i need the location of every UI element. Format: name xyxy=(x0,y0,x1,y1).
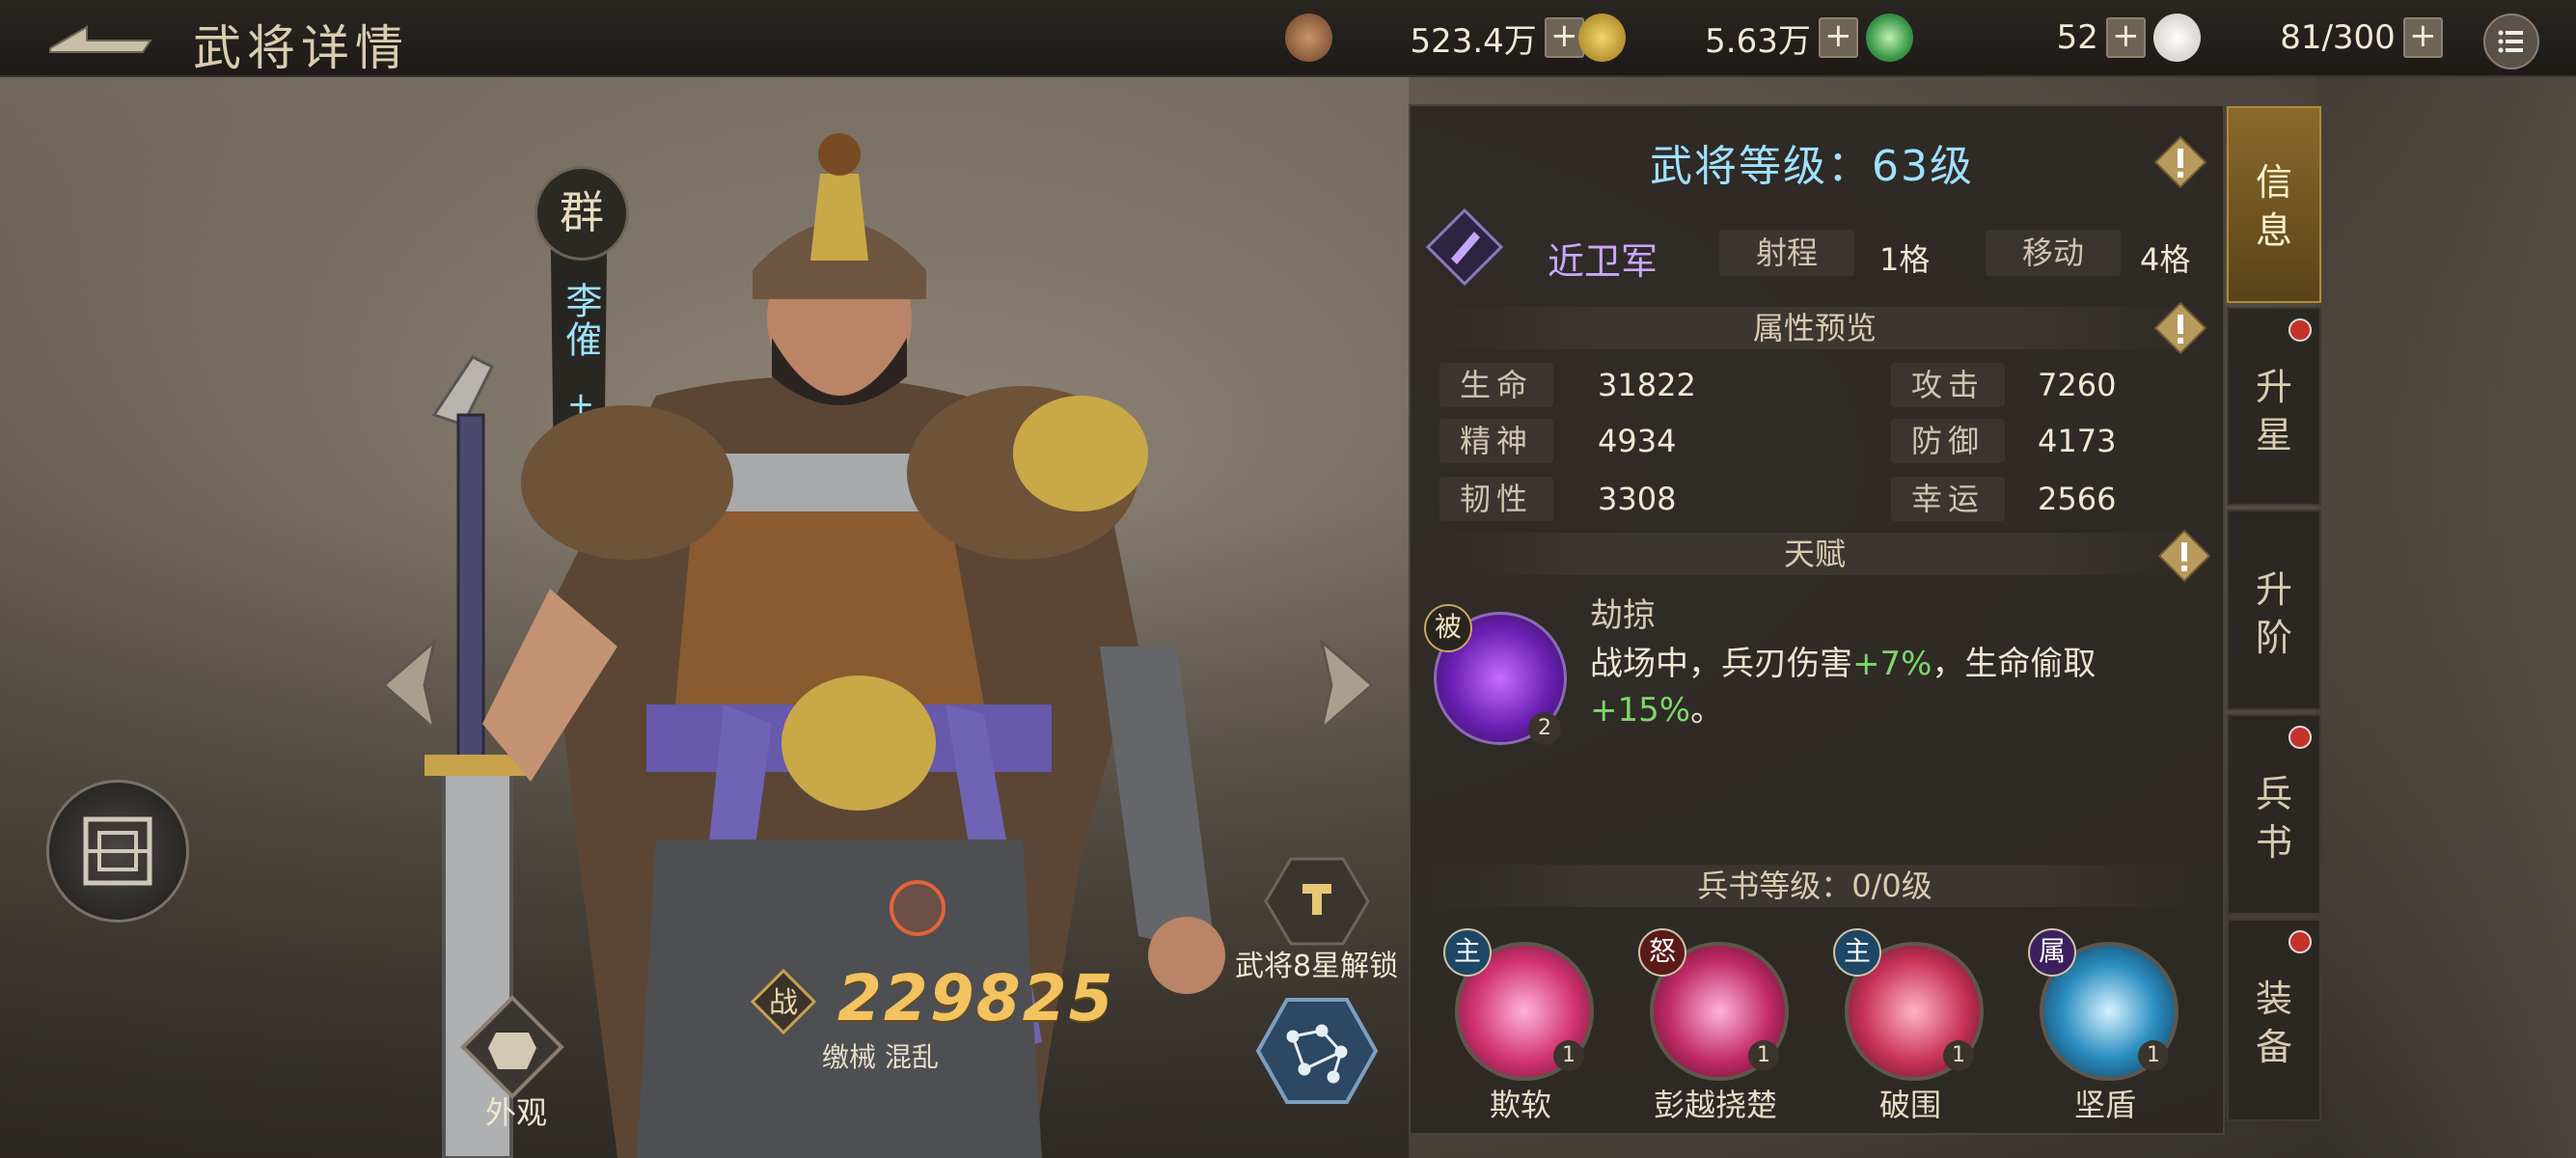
prev-hero-arrow[interactable] xyxy=(376,637,444,733)
skill-name: 欺软 xyxy=(1489,1087,1551,1123)
focus-marker-icon xyxy=(890,880,945,936)
stat-label-toughness: 韧性 xyxy=(1439,477,1553,521)
passive-badge: 被 xyxy=(1424,604,1472,652)
list-menu-icon xyxy=(2498,30,2523,53)
svg-text:战: 战 xyxy=(769,986,798,1020)
attributes-section-header: 属性预览 xyxy=(1424,307,2206,349)
add-stamina-button[interactable]: + xyxy=(2402,17,2444,58)
range-label: 射程 xyxy=(1719,230,1854,276)
talent-section-header: 天赋 xyxy=(1424,533,2206,575)
gold-value: 5.63万 xyxy=(1705,21,1811,61)
range-value: 1格 xyxy=(1879,241,1931,278)
talent-name: 劫掠 xyxy=(1590,596,1656,635)
tab-advance[interactable]: 升阶 xyxy=(2227,510,2321,710)
constellation-button[interactable] xyxy=(1254,996,1380,1106)
star-unlock-label: 武将8星解锁 xyxy=(1235,950,1399,983)
add-jade-button[interactable]: + xyxy=(2105,17,2146,58)
stat-value-luck: 2566 xyxy=(2038,481,2117,517)
tab-info[interactable]: 信息 xyxy=(2227,106,2321,303)
talent-level: 2 xyxy=(1528,712,1561,745)
move-label: 移动 xyxy=(1986,230,2121,276)
back-button[interactable] xyxy=(42,14,158,62)
hero-level-title: 武将等级：63级 xyxy=(1650,142,1974,191)
level-info-icon[interactable] xyxy=(2153,135,2207,189)
stat-value-defense: 4173 xyxy=(2038,423,2117,459)
top-bar: 武将详情 523.4万 + 5.63万 + 52 + 81/300 + xyxy=(0,0,2576,77)
gold-coin-icon xyxy=(1578,14,1626,62)
skill-name: 破围 xyxy=(1878,1087,1941,1123)
stamina-value: 81/300 xyxy=(2280,18,2396,57)
copper-coin-stack-icon xyxy=(1285,14,1332,62)
skill-name: 彭越挠楚 xyxy=(1653,1087,1777,1123)
stat-label-hp: 生命 xyxy=(1439,363,1553,407)
appearance-button[interactable] xyxy=(459,994,565,1100)
resource-jade: 52 + xyxy=(1866,14,2146,62)
book-level-header: 兵书等级：0/0级 xyxy=(1424,865,2206,907)
combat-power-value: 229825 xyxy=(837,961,1115,1035)
menu-button[interactable] xyxy=(2483,14,2539,69)
resource-stamina: 81/300 + xyxy=(2153,14,2444,62)
stat-value-spirit: 4934 xyxy=(1598,423,1677,459)
appearance-label: 外观 xyxy=(484,1094,547,1131)
resource-gold: 5.63万 + xyxy=(1578,14,1858,62)
stat-label-attack: 攻击 xyxy=(1891,363,2005,407)
hero-traits: 缴械 混乱 xyxy=(822,1041,939,1073)
skill-level: 1 xyxy=(1553,1040,1584,1071)
stat-label-spirit: 精神 xyxy=(1439,419,1553,463)
steamed-bun-icon xyxy=(2153,14,2201,62)
background-right xyxy=(2316,75,2576,1158)
jade-disc-icon xyxy=(1866,14,1913,62)
stat-value-hp: 31822 xyxy=(1598,367,1696,403)
talent-info-icon[interactable] xyxy=(2157,529,2211,583)
next-hero-arrow[interactable] xyxy=(1312,637,1380,733)
add-gold-button[interactable]: + xyxy=(1818,17,1858,58)
skill-name: 坚盾 xyxy=(2073,1087,2136,1123)
stat-value-toughness: 3308 xyxy=(1598,481,1677,517)
resource-copper: 523.4万 + xyxy=(1285,14,1584,62)
troop-type-name: 近卫军 xyxy=(1548,240,1658,283)
notification-dot xyxy=(2288,726,2312,749)
stat-value-attack: 7260 xyxy=(2038,367,2117,403)
move-value: 4格 xyxy=(2140,241,2191,278)
stat-label-defense: 防御 xyxy=(1891,419,2005,463)
star-unlock-button[interactable] xyxy=(1264,855,1370,948)
talent-description: 战场中，兵刃伤害+7%，生命偷取+15%。 xyxy=(1590,645,2096,730)
back-arrow-icon xyxy=(49,25,152,53)
formation-button[interactable] xyxy=(46,780,189,923)
attributes-info-icon[interactable] xyxy=(2153,301,2207,355)
armor-icon xyxy=(488,1033,536,1069)
notification-dot xyxy=(2288,318,2312,342)
page-title: 武将详情 xyxy=(193,20,409,76)
skill-level: 1 xyxy=(1943,1040,1974,1071)
troop-type-icon xyxy=(1426,208,1503,286)
skill-tag-active: 主 xyxy=(1443,928,1492,977)
combat-power-icon: 战 xyxy=(751,969,816,1034)
copper-value: 523.4万 xyxy=(1410,21,1537,61)
jade-value: 52 xyxy=(2056,18,2098,57)
stat-label-luck: 幸运 xyxy=(1891,477,2005,521)
skill-tag-attribute: 属 xyxy=(2028,928,2076,977)
skill-level: 1 xyxy=(2138,1040,2169,1071)
notification-dot xyxy=(2288,930,2312,953)
skill-level: 1 xyxy=(1748,1040,1779,1071)
skill-tag-rage: 怒 xyxy=(1638,928,1686,977)
tangram-icon xyxy=(83,816,152,886)
skill-tag-active: 主 xyxy=(1833,928,1881,977)
